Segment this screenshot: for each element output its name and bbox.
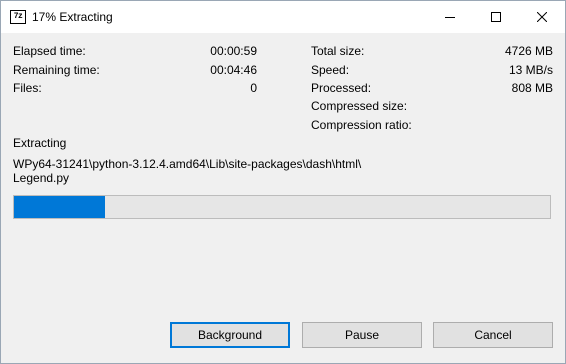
title-bar[interactable]: 7z 17% Extracting	[1, 1, 565, 33]
speed-value: 13 MB/s	[508, 63, 553, 77]
current-file-path: WPy64-31241\python-3.12.4.amd64\Lib\site…	[13, 157, 362, 171]
window-title: 17% Extracting	[32, 10, 113, 24]
maximize-button[interactable]	[473, 1, 519, 33]
total-size-label: Total size:	[311, 44, 365, 58]
close-button[interactable]	[519, 1, 565, 33]
progress-bar	[13, 195, 551, 219]
close-icon	[537, 12, 547, 22]
dialog-content: Elapsed time: 00:00:59 Remaining time: 0…	[1, 33, 565, 363]
operation-label: Extracting	[13, 136, 67, 150]
cancel-button[interactable]: Cancel	[433, 322, 553, 348]
minimize-icon	[445, 17, 455, 18]
7zip-app-icon: 7z	[10, 10, 26, 24]
processed-label: Processed:	[311, 81, 372, 95]
elapsed-time-label: Elapsed time:	[13, 44, 86, 58]
minimize-button[interactable]	[427, 1, 473, 33]
background-button[interactable]: Background	[170, 322, 290, 348]
current-file-name: Legend.py	[13, 171, 70, 185]
processed-value: 808 MB	[511, 81, 553, 95]
compression-ratio-label: Compression ratio:	[311, 118, 412, 132]
compressed-size-label: Compressed size:	[311, 99, 408, 113]
extraction-progress-window: 7z 17% Extracting Elapsed time: 00:00:59…	[0, 0, 566, 364]
elapsed-time-value: 00:00:59	[210, 44, 257, 58]
remaining-time-value: 00:04:46	[210, 63, 257, 77]
speed-label: Speed:	[311, 63, 350, 77]
total-size-value: 4726 MB	[504, 44, 553, 58]
files-value: 0	[250, 81, 257, 95]
pause-button[interactable]: Pause	[302, 322, 422, 348]
remaining-time-label: Remaining time:	[13, 63, 100, 77]
maximize-icon	[491, 12, 501, 22]
progress-bar-fill	[14, 196, 105, 218]
files-label: Files:	[13, 81, 42, 95]
